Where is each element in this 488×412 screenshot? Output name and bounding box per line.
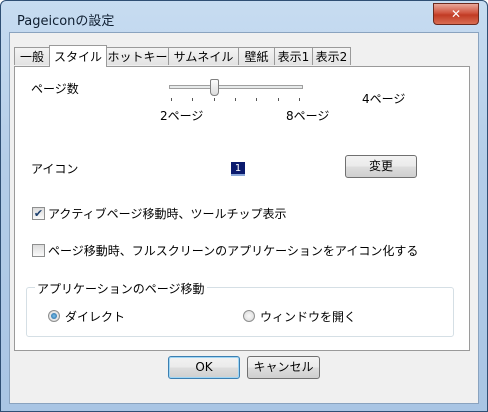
tab-hotkey[interactable]: ホットキー (106, 47, 169, 65)
slider-tick (277, 98, 279, 101)
cancel-button[interactable]: キャンセル (247, 356, 320, 379)
page-count-slider-thumb[interactable] (209, 79, 219, 96)
direct-radio[interactable] (48, 310, 60, 322)
slider-min-label: 2ページ (160, 109, 204, 123)
tooltip-checkbox-label[interactable]: アクティブページ移動時、ツールチップ表示 (48, 205, 286, 222)
ok-button[interactable]: OK (168, 356, 240, 379)
page-count-label: ページ数 (31, 82, 79, 96)
close-icon: ✕ (450, 7, 462, 21)
tab-style[interactable]: スタイル (49, 45, 107, 67)
tab-wallpaper[interactable]: 壁紙 (238, 47, 275, 65)
tab-display1[interactable]: 表示1 (274, 47, 313, 65)
page-count-slider-track[interactable] (169, 85, 303, 89)
window-title: Pageiconの設定 (17, 14, 115, 29)
tab-general[interactable]: 一般 (14, 47, 50, 65)
style-tab-panel: ページ数 2ページ 8ページ 4ページ アイコン 1 変更 ✔ アクティブページ… (14, 66, 470, 351)
settings-dialog: Pageiconの設定 ✕ 一般 スタイル ホットキー サムネイル 壁紙 表示1… (0, 0, 488, 412)
slider-tick (235, 98, 236, 101)
direct-radio-label[interactable]: ダイレクト (65, 308, 125, 325)
tab-display2[interactable]: 表示2 (312, 47, 351, 65)
slider-max-label: 8ページ (286, 109, 330, 123)
page-icon-preview: 1 (231, 162, 245, 176)
slider-tick (171, 98, 172, 101)
slider-tick (213, 98, 215, 101)
app-page-move-group-title: アプリケーションのページ移動 (35, 280, 207, 297)
tab-thumbnail[interactable]: サムネイル (168, 47, 239, 65)
open-window-radio[interactable] (243, 310, 255, 322)
close-button[interactable]: ✕ (433, 3, 479, 25)
dialog-body: 一般 スタイル ホットキー サムネイル 壁紙 表示1 表示2 ページ数 2ページ… (9, 32, 479, 404)
open-window-radio-label[interactable]: ウィンドウを開く (260, 308, 356, 325)
fullscreen-iconize-checkbox-label[interactable]: ページ移動時、フルスクリーンのアプリケーションをアイコン化する (48, 242, 418, 259)
slider-tick (256, 98, 258, 101)
fullscreen-iconize-checkbox[interactable] (32, 244, 45, 257)
tooltip-checkbox[interactable]: ✔ (32, 207, 45, 220)
change-icon-button[interactable]: 変更 (345, 155, 417, 178)
title-bar[interactable]: Pageiconの設定 ✕ (1, 1, 487, 33)
slider-tick (192, 98, 194, 101)
slider-tick (299, 98, 300, 101)
icon-label: アイコン (31, 162, 79, 176)
page-count-value: 4ページ (362, 92, 406, 106)
